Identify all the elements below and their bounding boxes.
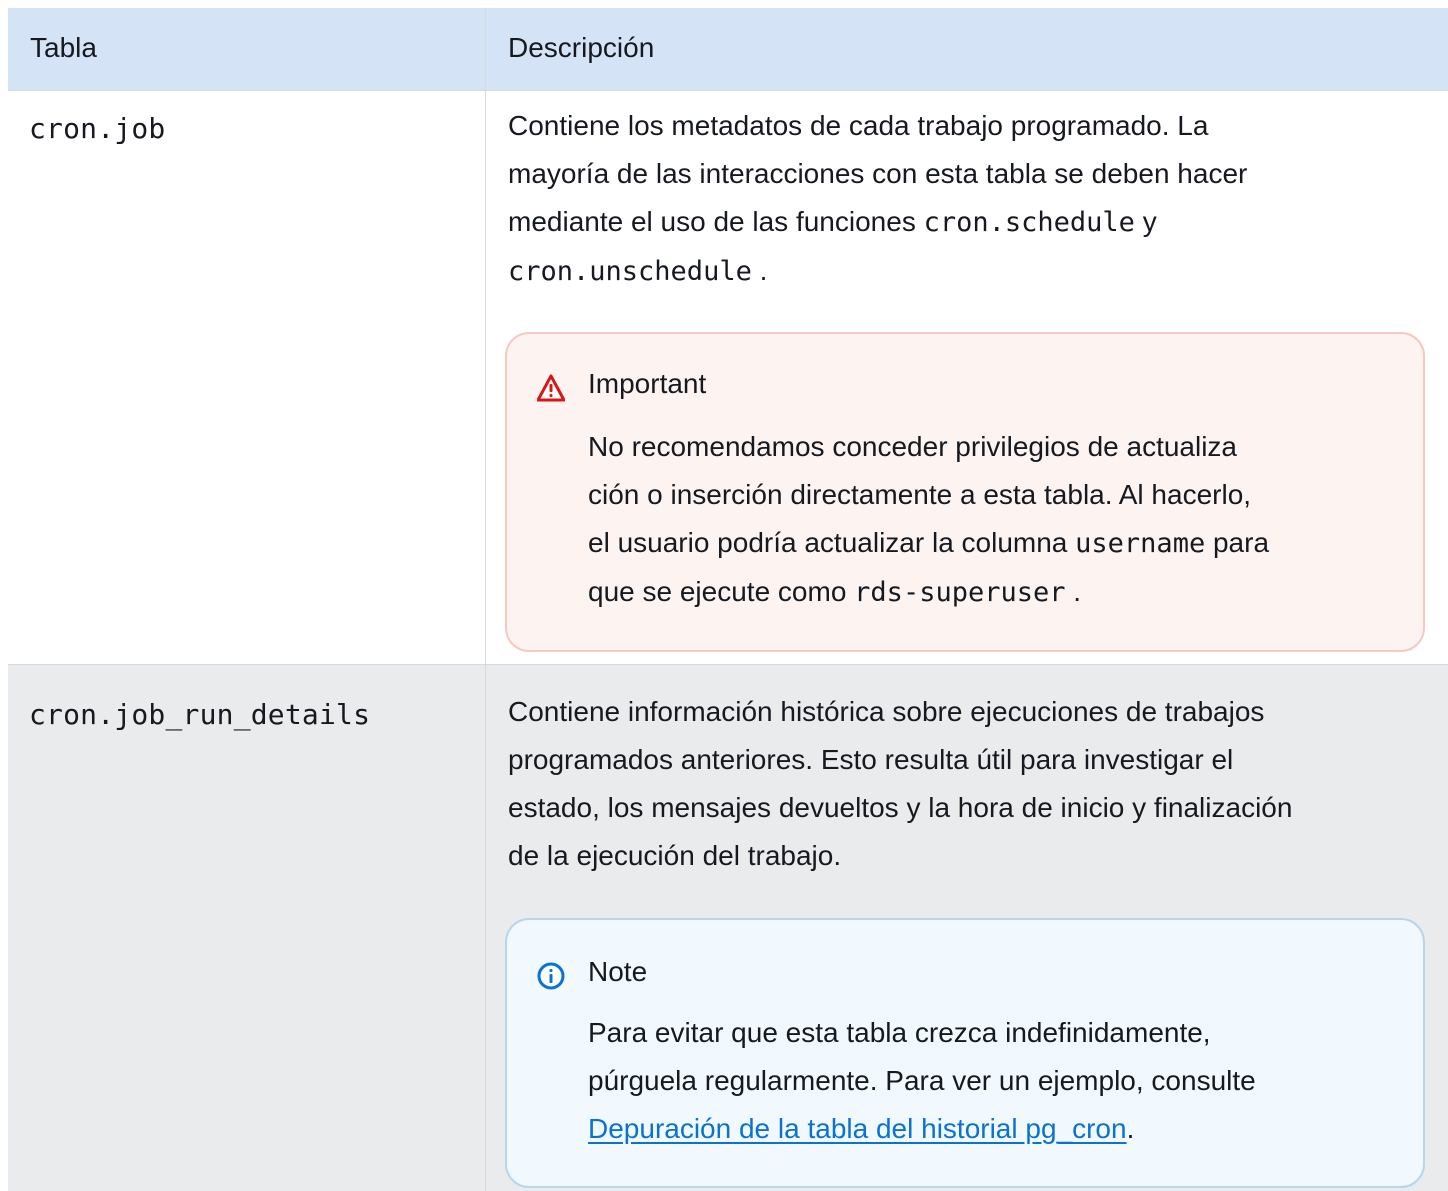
table-header: Tabla Descripción (8, 8, 1448, 90)
alert-line: púrguela regularmente. Para ver un ejemp… (588, 1065, 1256, 1096)
alert-line: Para evitar que esta tabla crezca indefi… (588, 1017, 1211, 1048)
alert-text: . (1126, 1113, 1135, 1144)
alert-body: No recomendamos conceder privilegios de … (588, 423, 1388, 617)
description-line: Contiene información histórica sobre eje… (508, 696, 1265, 727)
important-alert: Important No recomendamos conceder privi… (505, 332, 1425, 652)
description-text: . (751, 255, 768, 286)
column-divider (485, 8, 486, 1191)
alert-line: ción o inserción directamente a esta tab… (588, 479, 1252, 510)
table-description-cell: Contiene información histórica sobre eje… (508, 688, 1428, 880)
table-row: cron.job_run_details Contiene informació… (8, 664, 1448, 1191)
tables-table: Tabla Descripción cron.job Contiene los … (8, 8, 1448, 1191)
alert-text: para (1205, 527, 1270, 558)
description-line: cron.unschedule . (508, 247, 1428, 296)
description-line: programados anteriores. Esto resulta úti… (508, 744, 1234, 775)
alert-body: Para evitar que esta tabla crezca indefi… (588, 1009, 1388, 1153)
alert-text: el usuario podría actualizar la columna (588, 527, 1076, 558)
header-cell-tabla: Tabla (30, 32, 97, 63)
description-line: de la ejecución del trabajo. (508, 840, 842, 871)
row-divider (8, 664, 1448, 665)
table-description-cell: Contiene los metadatos de cada trabajo p… (508, 102, 1428, 296)
code-rds-superuser: rds-superuser (854, 577, 1066, 608)
alert-line: No recomendamos conceder privilegios de … (588, 431, 1238, 462)
note-alert: Note Para evitar que esta tabla crezca i… (505, 918, 1425, 1188)
alert-line: Depuración de la tabla del historial pg_… (588, 1105, 1388, 1153)
table-row: cron.job Contiene los metadatos de cada … (8, 90, 1448, 664)
alert-line: el usuario podría actualizar la columna … (588, 519, 1388, 568)
header-cell-descripcion: Descripción (508, 32, 655, 63)
alert-text: que se ejecute como (588, 576, 855, 607)
alert-text: . (1065, 576, 1082, 607)
warning-icon (537, 374, 565, 402)
alert-title: Note (588, 956, 648, 987)
alert-line: que se ejecute como rds-superuser . (588, 568, 1388, 617)
info-icon (537, 962, 565, 990)
description-line: estado, los mensajes devueltos y la hora… (508, 792, 1293, 823)
description-line: mayoría de las interacciones con esta ta… (508, 158, 1248, 189)
alert-title: Important (588, 368, 707, 399)
code-cron-unschedule: cron.unschedule (508, 256, 752, 287)
row-divider (8, 90, 1448, 91)
code-username: username (1075, 528, 1206, 559)
description-text: mediante el uso de las funciones (508, 206, 924, 237)
code-cron-schedule: cron.schedule (923, 207, 1135, 238)
table-name-cell: cron.job (29, 112, 166, 145)
pg-cron-history-purge-link[interactable]: Depuración de la tabla del historial pg_… (588, 1113, 1127, 1144)
table-name-cell: cron.job_run_details (29, 698, 371, 731)
description-line: Contiene los metadatos de cada trabajo p… (508, 110, 1209, 141)
description-text: y (1134, 206, 1157, 237)
description-line: mediante el uso de las funciones cron.sc… (508, 198, 1428, 247)
